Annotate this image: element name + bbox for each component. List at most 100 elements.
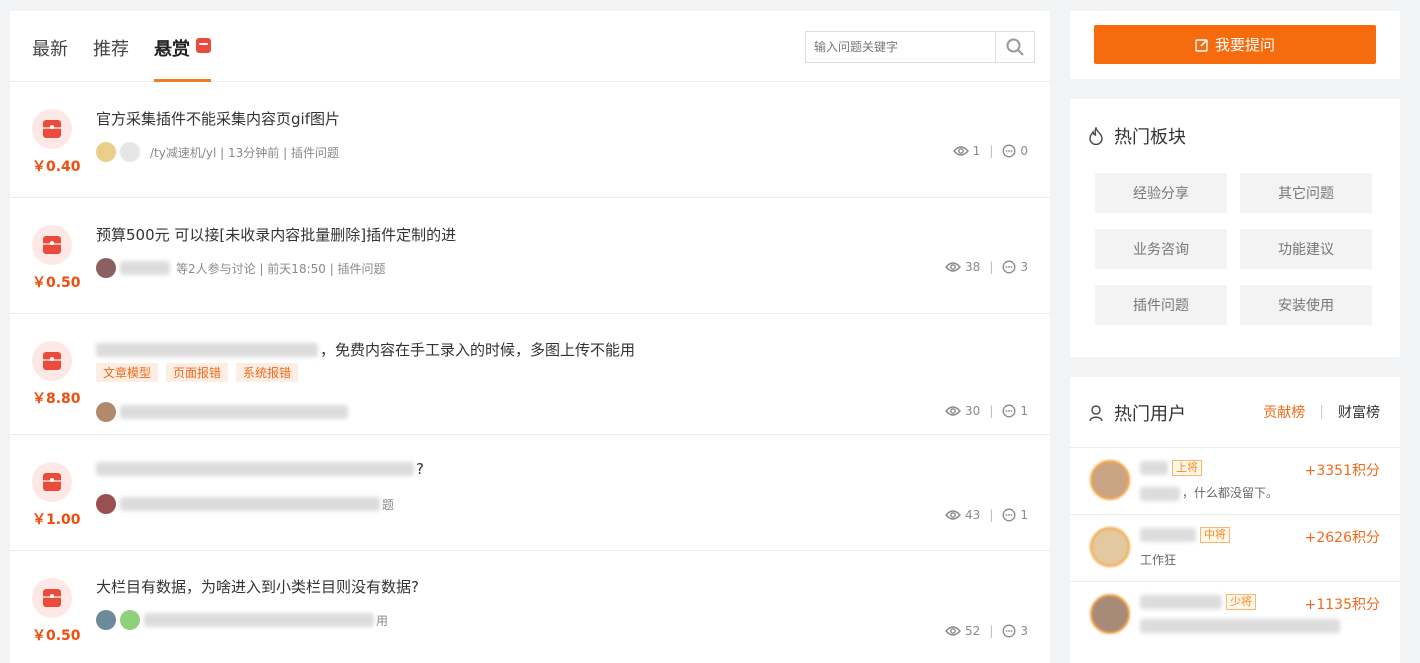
question-meta: 等2人参与讨论 | 前天18:50 | 插件问题 <box>96 258 386 278</box>
red-envelope-icon <box>43 352 61 370</box>
tag[interactable]: 页面报错 <box>166 363 229 382</box>
avatar[interactable] <box>96 494 116 514</box>
envelope-circle <box>32 462 72 502</box>
view-count: 38 <box>965 260 981 274</box>
rank-badge: 少将 <box>1226 594 1256 610</box>
avatar[interactable] <box>96 610 116 630</box>
question-stats: 52 | 3 <box>945 624 1028 638</box>
user-desc: ，什么都没留下。 <box>1140 484 1278 501</box>
board-grid: 经验分享 其它问题 业务咨询 功能建议 插件问题 安装使用 <box>1095 173 1372 325</box>
avatar[interactable] <box>1090 594 1130 634</box>
rank-switch: 贡献榜 | 财富榜 <box>1263 402 1380 422</box>
comment-count: 3 <box>1020 624 1028 638</box>
eye-icon <box>952 146 969 156</box>
search-input[interactable] <box>806 32 995 62</box>
tab-recommended[interactable]: 推荐 <box>93 35 129 82</box>
comment-count: 0 <box>1020 144 1028 158</box>
blurred-text <box>1140 486 1180 501</box>
question-item: ￥0.50 大栏目有数据，为啥进入到小类栏目则没有数据? 用 52 | 3 <box>10 551 1050 663</box>
board-item[interactable]: 插件问题 <box>1095 285 1227 325</box>
question-item: ￥0.40 官方采集插件不能采集内容页gif图片 /ty减速机/yl | 13分… <box>10 82 1050 198</box>
tag[interactable]: 文章模型 <box>96 363 159 382</box>
tab-bounty[interactable]: 悬赏 <box>154 35 211 82</box>
question-item: ￥0.50 预算500元 可以接[未收录内容批量删除]插件定制的进 等2人参与讨… <box>10 198 1050 314</box>
tag-list: 文章模型 页面报错 系统报错 <box>96 363 299 382</box>
comment-count: 1 <box>1020 404 1028 418</box>
board-item[interactable]: 经验分享 <box>1095 173 1227 213</box>
board-item[interactable]: 功能建议 <box>1240 229 1372 269</box>
view-count: 30 <box>965 404 981 418</box>
blurred-name <box>1140 595 1222 609</box>
red-envelope-icon <box>43 589 61 607</box>
user-desc: 工作狂 <box>1140 553 1177 567</box>
user-score: +1135积分 <box>1304 597 1380 613</box>
blurred-text <box>1140 618 1340 633</box>
reward-amount: ￥0.50 <box>32 628 81 644</box>
avatar[interactable] <box>96 258 116 278</box>
avatar[interactable] <box>1090 460 1130 500</box>
reward-block: ￥0.50 <box>32 578 81 645</box>
blurred-text <box>96 342 318 357</box>
avatar[interactable] <box>120 142 140 162</box>
tag[interactable]: 系统报错 <box>236 363 299 382</box>
user-score: +2626积分 <box>1304 530 1380 546</box>
red-envelope-icon <box>43 473 61 491</box>
reward-amount: ￥8.80 <box>32 391 81 407</box>
eye-icon <box>945 262 961 272</box>
red-envelope-icon <box>43 236 61 254</box>
tab-wealth[interactable]: 财富榜 <box>1338 402 1380 422</box>
comment-icon <box>1002 144 1016 158</box>
question-title[interactable]: 大栏目有数据，为啥进入到小类栏目则没有数据? <box>96 576 419 597</box>
comment-icon <box>1002 624 1016 638</box>
question-meta: 题 <box>96 494 394 514</box>
envelope-circle <box>32 341 72 381</box>
eye-icon <box>945 406 961 416</box>
question-title[interactable]: 官方采集插件不能采集内容页gif图片 <box>96 108 340 129</box>
avatar[interactable] <box>1090 527 1130 567</box>
avatar[interactable] <box>96 142 116 162</box>
rank-badge: 上将 <box>1172 460 1202 476</box>
avatar[interactable] <box>120 610 140 630</box>
envelope-circle <box>32 225 72 265</box>
board-item[interactable]: 业务咨询 <box>1095 229 1227 269</box>
avatar[interactable] <box>96 402 116 422</box>
question-title[interactable]: 预算500元 可以接[未收录内容批量删除]插件定制的进 <box>96 224 456 245</box>
reward-amount: ￥0.40 <box>32 159 81 175</box>
question-meta: /ty减速机/yl | 13分钟前 | 插件问题 <box>96 142 339 162</box>
comment-icon <box>1002 260 1016 274</box>
user-icon <box>1089 405 1103 422</box>
envelope-circle <box>32 109 72 149</box>
board-item[interactable]: 其它问题 <box>1240 173 1372 213</box>
user-row[interactable]: 中将 工作狂 +2626积分 <box>1070 514 1400 581</box>
search-box <box>805 31 1035 63</box>
user-row[interactable]: 少将 +1135积分 <box>1070 581 1400 648</box>
comment-count: 1 <box>1020 508 1028 522</box>
question-stats: 30 | 1 <box>945 404 1028 418</box>
tab-latest[interactable]: 最新 <box>32 35 68 82</box>
rank-badge: 中将 <box>1200 527 1230 543</box>
question-stats: 38 | 3 <box>945 260 1028 274</box>
user-name: 中将 <box>1140 527 1230 543</box>
hot-boards-heading: 热门板块 <box>1088 123 1186 149</box>
reward-block: ￥1.00 <box>32 462 81 529</box>
comment-count: 3 <box>1020 260 1028 274</box>
user-row[interactable]: 上将 ，什么都没留下。 +3351积分 <box>1070 447 1400 514</box>
hot-users-card: 热门用户 贡献榜 | 财富榜 上将 ，什么都没留下。 +3351积分 中将 工作… <box>1070 377 1400 663</box>
tab-contribution[interactable]: 贡献榜 <box>1263 402 1305 422</box>
red-envelope-icon <box>43 120 61 138</box>
search-button[interactable] <box>995 32 1034 62</box>
question-title[interactable]: ，免费内容在手工录入的时候，多图上传不能用 <box>96 339 635 360</box>
search-icon <box>1006 38 1024 56</box>
view-count: 43 <box>965 508 981 522</box>
reward-block: ￥8.80 <box>32 341 81 408</box>
reward-amount: ￥1.00 <box>32 512 81 528</box>
envelope-circle <box>32 578 72 618</box>
ask-question-button[interactable]: 我要提问 <box>1094 25 1376 64</box>
user-score: +3351积分 <box>1304 463 1380 479</box>
user-name: 上将 <box>1140 460 1202 476</box>
question-title[interactable]: ? <box>96 460 424 478</box>
eye-icon <box>945 510 961 520</box>
board-item[interactable]: 安装使用 <box>1240 285 1372 325</box>
user-name: 少将 <box>1140 594 1256 610</box>
blurred-name <box>120 261 170 275</box>
